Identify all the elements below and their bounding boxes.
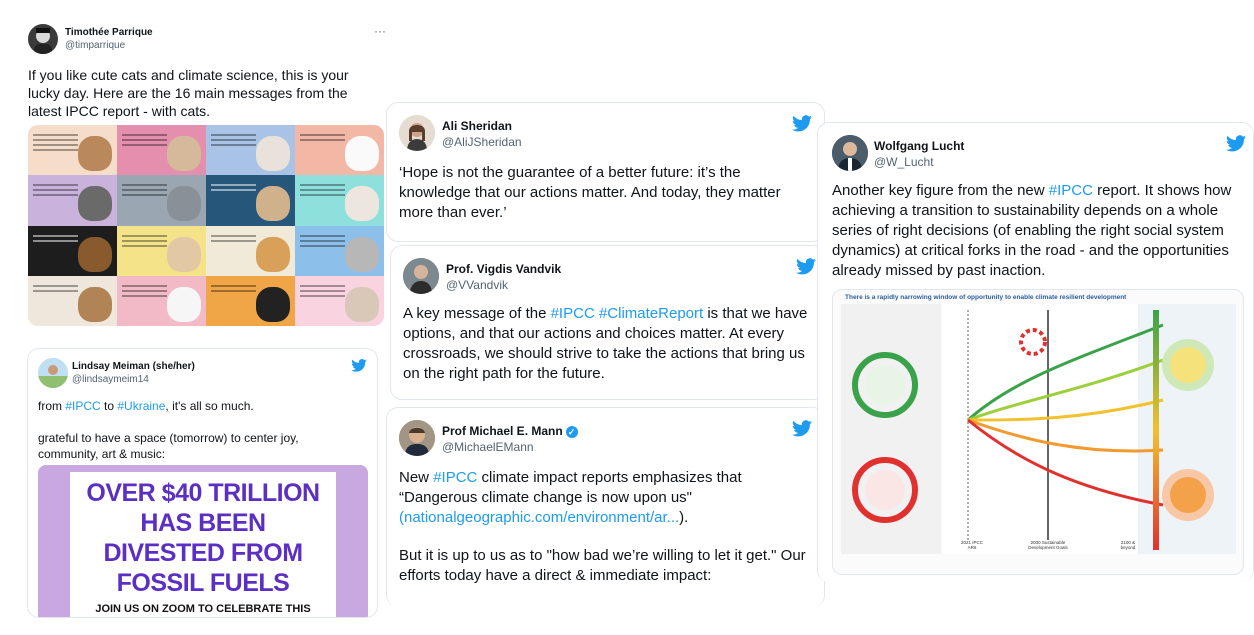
tweet-sheridan: Ali Sheridan @AliJSheridan ‘Hope is not … bbox=[386, 102, 825, 242]
text-segment: A key message of the bbox=[403, 305, 551, 322]
ipcc-figure-image[interactable]: There is a rapidly narrowing window of o… bbox=[832, 289, 1244, 575]
collage-cell bbox=[28, 175, 117, 226]
author-handle[interactable]: @timparrique bbox=[65, 40, 125, 51]
more-options-button[interactable]: ··· bbox=[374, 24, 386, 38]
collage-cell bbox=[28, 225, 117, 276]
collage-cell bbox=[28, 125, 117, 176]
twitter-bird-icon[interactable] bbox=[351, 359, 367, 372]
link-close: ). bbox=[679, 509, 689, 526]
author-name[interactable]: Prof Michael E. Mann ✓ bbox=[442, 424, 578, 438]
poster-headline: OVER $40 TRILLION HAS BEEN DIVESTED FROM… bbox=[86, 479, 320, 597]
collage-cell bbox=[28, 275, 117, 326]
text-segment: Another key figure from the new bbox=[832, 182, 1049, 199]
collage-cell bbox=[295, 175, 384, 226]
text-segment: , it's all so much. bbox=[165, 399, 254, 413]
author-handle[interactable]: @W_Lucht bbox=[874, 155, 934, 169]
text-segment: to bbox=[100, 399, 118, 413]
collage-cell bbox=[295, 275, 384, 326]
tweet-text-secondary: grateful to have a space (tomorrow) to c… bbox=[38, 431, 299, 461]
poster-panel: OVER $40 TRILLION HAS BEEN DIVESTED FROM… bbox=[70, 472, 336, 617]
tweet-text: If you like cute cats and climate scienc… bbox=[28, 67, 349, 119]
collage-cell bbox=[206, 125, 295, 176]
author-name[interactable]: Timothée Parrique bbox=[65, 27, 153, 38]
event-poster-image[interactable]: OVER $40 TRILLION HAS BEEN DIVESTED FROM… bbox=[38, 465, 368, 617]
author-name[interactable]: Prof. Vigdis Vandvik bbox=[446, 262, 561, 276]
hashtag-link[interactable]: #IPCC bbox=[551, 305, 595, 322]
tweet-mann: Prof Michael E. Mann ✓ @MichaelEMann New … bbox=[386, 407, 825, 607]
cat-collage-image[interactable] bbox=[28, 125, 384, 326]
figure-axis-label: 2100 & beyond bbox=[1120, 540, 1136, 550]
collage-cell bbox=[117, 175, 206, 226]
twitter-bird-icon[interactable] bbox=[1226, 135, 1246, 152]
tweet-text: A key message of the #IPCC #ClimateRepor… bbox=[403, 304, 818, 384]
tweet-vandvik: Prof. Vigdis Vandvik @VVandvik A key mes… bbox=[390, 245, 825, 400]
figure-diagram bbox=[841, 304, 1236, 554]
hashtag-link[interactable]: #IPCC bbox=[65, 399, 100, 413]
tweet-text-secondary: But it is up to us as to "how bad we’re … bbox=[399, 547, 806, 584]
twitter-bird-icon[interactable] bbox=[796, 258, 816, 275]
poster-subtext: JOIN US ON ZOOM TO CELEBRATE THIS MAJOR … bbox=[95, 603, 311, 615]
collage-cell bbox=[206, 225, 295, 276]
collage-cell bbox=[206, 275, 295, 326]
tweet-text: from #IPCC to #Ukraine, it's all so much… bbox=[38, 398, 368, 414]
tweet-text: New #IPCC climate impact reports emphasi… bbox=[399, 468, 794, 528]
hashtag-link[interactable]: #IPCC bbox=[433, 469, 477, 486]
figure-axis-label: 2030 Sustainable Development Goals bbox=[1028, 540, 1068, 550]
collage-cell bbox=[117, 275, 206, 326]
tweet-lucht: Wolfgang Lucht @W_Lucht Another key figu… bbox=[817, 122, 1254, 582]
author-handle[interactable]: @VVandvik bbox=[446, 278, 508, 292]
author-name[interactable]: Ali Sheridan bbox=[442, 119, 512, 133]
text-segment: New bbox=[399, 469, 434, 486]
avatar[interactable] bbox=[28, 24, 58, 54]
hashtag-link[interactable]: #Ukraine bbox=[117, 399, 165, 413]
collage-cell bbox=[295, 125, 384, 176]
collage-cell bbox=[117, 225, 206, 276]
tweet-text: Another key figure from the new #IPCC re… bbox=[832, 181, 1247, 281]
avatar[interactable] bbox=[832, 135, 868, 171]
tweet-parrique: Timothée Parrique @timparrique ··· If yo… bbox=[18, 14, 390, 332]
author-name-text[interactable]: Prof Michael E. Mann bbox=[442, 424, 563, 438]
avatar[interactable] bbox=[403, 258, 439, 294]
author-name[interactable]: Lindsay Meiman (she/her) bbox=[72, 361, 195, 372]
avatar[interactable] bbox=[399, 420, 435, 456]
tweet-text: ‘Hope is not the guarantee of a better f… bbox=[399, 164, 781, 221]
collage-cell bbox=[295, 225, 384, 276]
avatar[interactable] bbox=[38, 358, 68, 388]
hashtag-link[interactable]: #IPCC bbox=[1049, 182, 1093, 199]
text-segment: from bbox=[38, 399, 66, 413]
collage-cell bbox=[117, 125, 206, 176]
article-link[interactable]: nationalgeographic.com/environment/ar... bbox=[404, 509, 679, 526]
twitter-bird-icon[interactable] bbox=[792, 115, 812, 132]
author-handle[interactable]: @AliJSheridan bbox=[442, 135, 522, 149]
twitter-bird-icon[interactable] bbox=[792, 420, 812, 437]
collage-cell bbox=[206, 175, 295, 226]
author-handle[interactable]: @MichaelEMann bbox=[442, 440, 534, 454]
figure-axis-label: 2021 IPCC AR6 bbox=[960, 540, 983, 550]
avatar[interactable] bbox=[399, 115, 435, 151]
hashtag-link[interactable]: #ClimateReport bbox=[599, 305, 703, 322]
author-name[interactable]: Wolfgang Lucht bbox=[874, 139, 964, 153]
verified-badge-icon: ✓ bbox=[565, 425, 578, 438]
author-handle[interactable]: @lindsaymeim14 bbox=[72, 374, 149, 385]
tweet-meiman: Lindsay Meiman (she/her) @lindsaymeim14 … bbox=[27, 348, 378, 618]
